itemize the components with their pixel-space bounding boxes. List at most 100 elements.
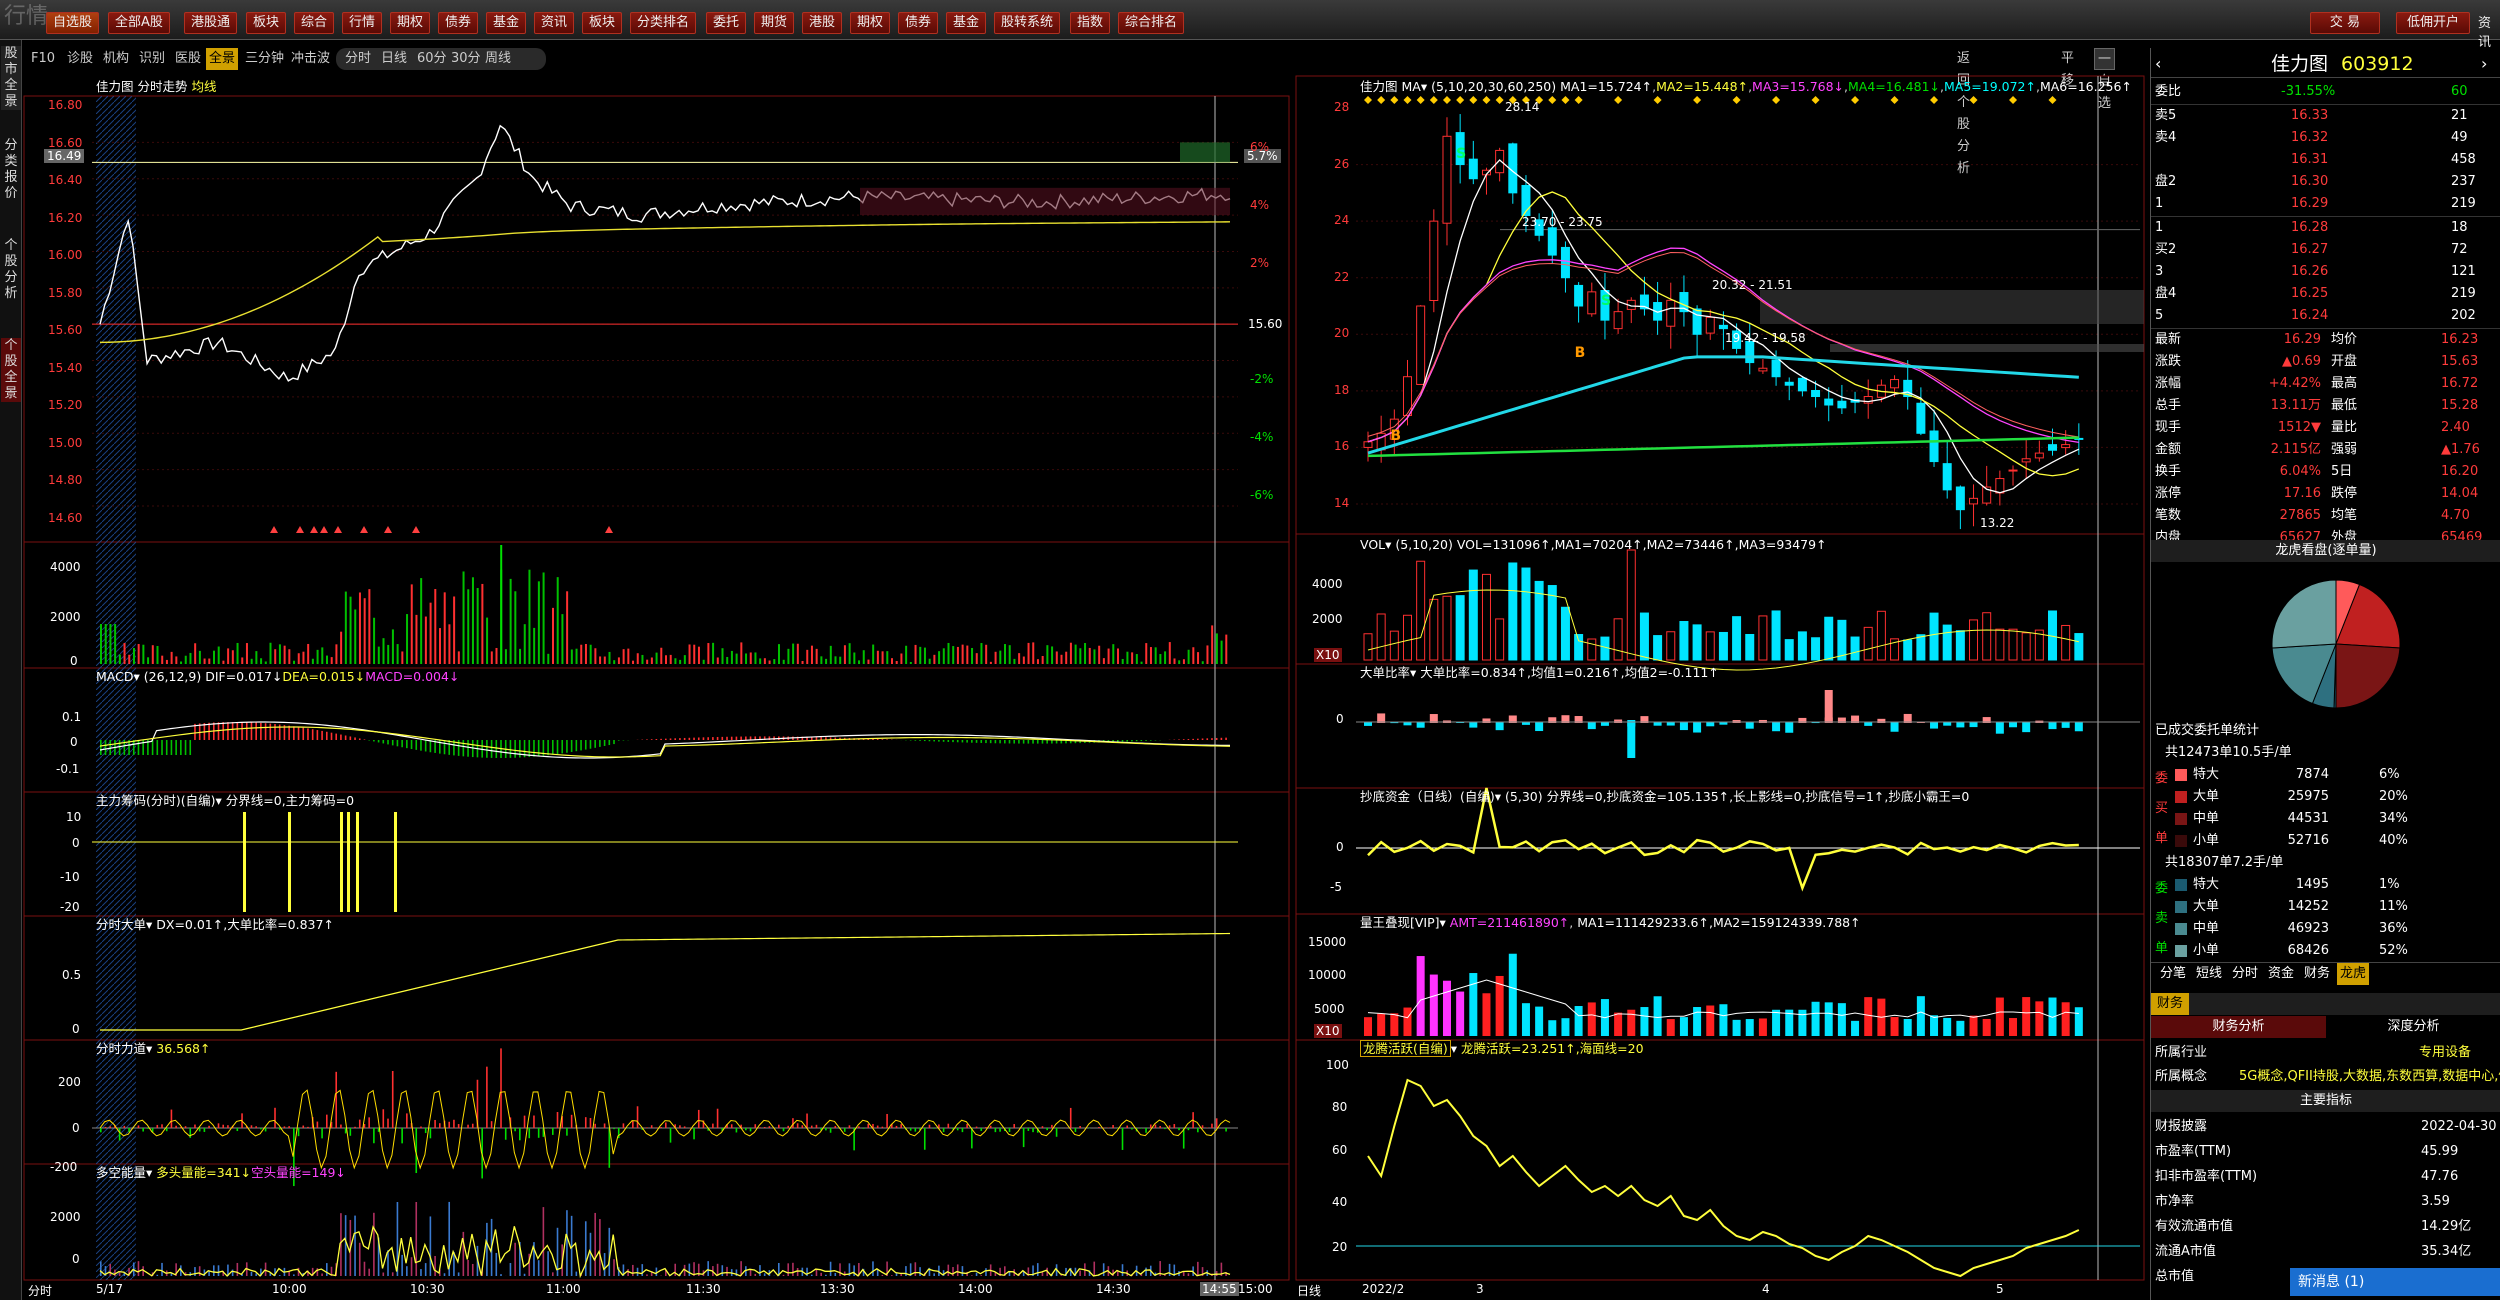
kvol-bar-30 (1758, 615, 1768, 661)
vol-bar-102 (580, 644, 583, 664)
ddbl-bar-49 (2009, 722, 2018, 728)
sell-row-1[interactable]: 卖4 16.32 49 (2151, 127, 2500, 149)
kline-x-daily[interactable]: 日线 (1297, 1282, 1321, 1299)
cw-label[interactable]: 财务 (2151, 993, 2190, 1015)
vol-bar-228 (1173, 658, 1176, 664)
fsld-bar-173 (914, 1128, 917, 1132)
top-diamond-0 (1364, 96, 1372, 104)
quote-tab-5[interactable]: 龙虎 (2337, 963, 2370, 985)
buy-row-2[interactable]: 3 16.26 121 (2151, 261, 2500, 283)
top-diamond-28 (1732, 96, 1741, 104)
ddbl-bar-43 (1930, 722, 1939, 729)
fsld-bar-130 (712, 1123, 714, 1128)
forward-chevron-icon[interactable]: › (2481, 50, 2487, 78)
macd-bar-166 (881, 739, 884, 740)
news-button[interactable]: 资讯 (2478, 12, 2500, 50)
macd-bar-36 (269, 723, 272, 740)
vol-bar-31 (245, 643, 248, 664)
quote-tab-1[interactable]: 短线 (2193, 963, 2225, 985)
sell-row-4[interactable]: 1 16.29 219 (2151, 193, 2500, 215)
ddbl-bar-0 (1364, 722, 1372, 726)
fsld-bar-193 (1008, 1128, 1011, 1133)
macd-bar-97 (556, 740, 559, 755)
vol-bar-108 (608, 651, 611, 664)
vol-bar-96 (552, 607, 554, 664)
macd-bar-28 (231, 722, 234, 740)
vol-bar-164 (872, 644, 875, 664)
macd-label-0: 0 (70, 735, 78, 749)
buy-row-0[interactable]: 1 16.28 18 (2151, 217, 2500, 239)
lwdx-bar-0 (1364, 1017, 1372, 1036)
fin-value: 3.59 (2421, 1194, 2450, 1209)
fsld-bar-46 (316, 1121, 319, 1128)
zlcm-bar-4 (356, 812, 359, 912)
vol-bar-216 (1117, 648, 1119, 664)
lwdx-bar-49 (2009, 1018, 2018, 1036)
vol-bar-123 (679, 659, 682, 664)
kvol-bar-28 (1732, 616, 1742, 661)
dkn-bar-140 (759, 1265, 761, 1276)
vol-bar-11 (151, 645, 154, 664)
open-account-button[interactable]: 低佣开户 (2396, 12, 2470, 34)
vol-bar-7 (132, 648, 135, 664)
vol-bar-151 (810, 645, 813, 664)
vol-bar-219 (1131, 652, 1134, 664)
dkn-bar-87 (509, 1263, 512, 1276)
tab-financial-analysis[interactable]: 财务分析 (2151, 1016, 2326, 1038)
intraday-x-label[interactable]: 分时 (28, 1282, 52, 1299)
quote-tab-4[interactable]: 财务 (2301, 963, 2333, 985)
vol-bar-56 (363, 598, 366, 664)
fsld-bar-109 (613, 1128, 615, 1130)
sell-row-0[interactable]: 卖5 16.33 21 (2151, 105, 2500, 127)
quote-tab-0[interactable]: 分笔 (2157, 963, 2189, 985)
vol-bar-145 (782, 659, 785, 664)
fsld-bar-141 (763, 1126, 766, 1128)
vol-bar-199 (1036, 659, 1039, 664)
back-chevron-icon[interactable]: ‹ (2155, 50, 2161, 78)
fsld-bar-90 (523, 1115, 526, 1128)
vol-bar-44 (307, 643, 310, 664)
quote-tab-3[interactable]: 资金 (2265, 963, 2297, 985)
vol-bar-101 (575, 648, 578, 664)
vol-bar-91 (528, 569, 531, 664)
tab-deep-analysis[interactable]: 深度分析 (2326, 1016, 2500, 1038)
vol-bar-30 (241, 657, 244, 664)
industry-value[interactable]: 专用设备 (2419, 1042, 2471, 1064)
lwdx-bar-3 (1403, 1007, 1412, 1036)
news-notification[interactable]: 新消息 (1) (2290, 1268, 2500, 1296)
sell-row-3[interactable]: 盘2 16.30 237 (2151, 171, 2500, 193)
macd-bar-45 (311, 729, 314, 740)
dkn-bar-48 (326, 1263, 328, 1276)
buy-row-4[interactable]: 5 16.24 202 (2151, 305, 2500, 327)
buy-row-1[interactable]: 买2 16.27 72 (2151, 239, 2500, 261)
vol-bar-114 (636, 653, 639, 664)
vol-bar-16 (175, 656, 178, 664)
macd-bar-95 (547, 740, 549, 756)
dkn-bar-61 (387, 1250, 389, 1276)
macd-bar-0 (100, 740, 102, 755)
concept-value[interactable]: 5G概念,QFII持股,大数据,东数西算,数据中心,储能 (2239, 1066, 2500, 1088)
vol-bar-159 (848, 643, 851, 664)
trade-button[interactable]: 交 易 (2310, 12, 2380, 34)
quote-tab-2[interactable]: 分时 (2229, 963, 2261, 985)
vol-bar-162 (862, 650, 865, 664)
vol-bar-235 (1206, 645, 1209, 664)
vol-bar-150 (806, 649, 809, 664)
macd-bar-177 (933, 740, 935, 742)
vol-bar-86 (504, 649, 507, 664)
dkn-bar-154 (825, 1274, 827, 1276)
candle-body-44 (1942, 463, 1952, 491)
vol-bar-201 (1046, 645, 1049, 664)
sell-row-2[interactable]: 16.31 458 (2151, 149, 2500, 171)
dkn-bar-56 (363, 1261, 366, 1276)
sell-level: 1 (2155, 196, 2164, 211)
buy-row-3[interactable]: 盘4 16.25 219 (2151, 283, 2500, 305)
top-diamond-19 (1614, 96, 1623, 104)
intraday-x-label: 15:00 (1238, 1282, 1273, 1296)
pie-sell-slice-3 (2271, 579, 2337, 649)
kvol-bar-5 (1429, 598, 1439, 661)
dkn-bar-118 (655, 1267, 658, 1276)
buy-level: 5 (2155, 308, 2164, 323)
lwdx-unit: X10 (1314, 1024, 1342, 1038)
kvol-bar-35 (1824, 616, 1834, 661)
